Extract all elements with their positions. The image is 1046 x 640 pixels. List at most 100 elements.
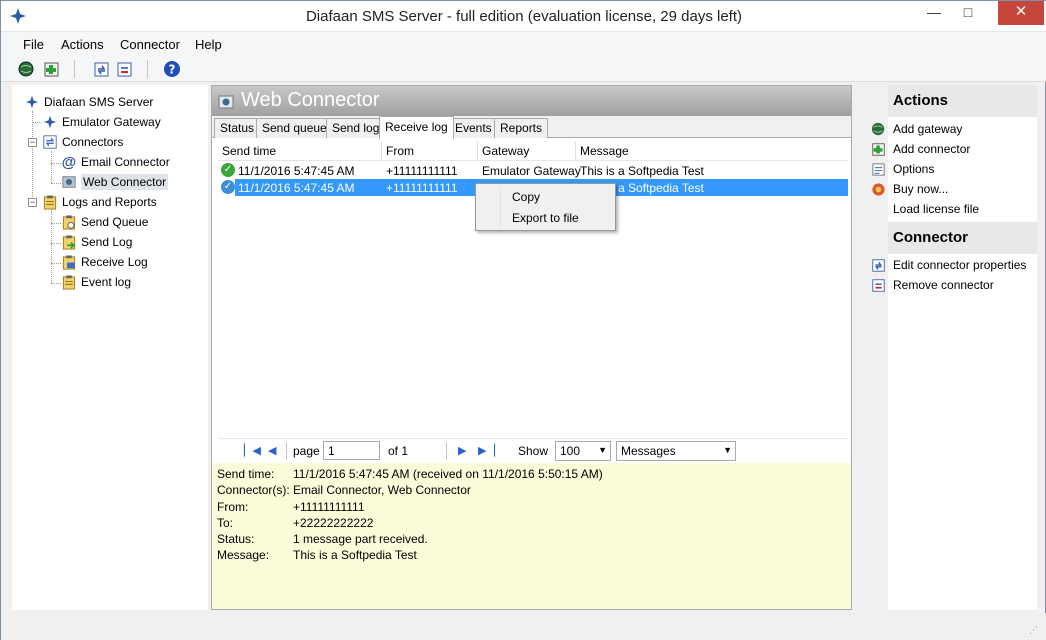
tree-item-web-connector[interactable]: Web Connector <box>61 173 169 191</box>
tree-line <box>51 151 52 183</box>
star-icon <box>24 94 40 110</box>
cell-from: +11111111111 <box>386 164 458 178</box>
context-menu-export[interactable]: Export to file <box>512 211 579 225</box>
action-add-gateway[interactable]: Add gateway <box>893 122 962 136</box>
detail-label-status: Status: <box>217 532 255 546</box>
column-header-from[interactable]: From <box>382 141 478 161</box>
pager: ▏◀ ◀ page of 1 ▶ ▶▕ Show 100 ▼ Messages … <box>218 438 848 462</box>
log-type-select[interactable]: Messages ▼ <box>616 441 736 461</box>
connector-heading: Connector <box>888 222 1037 254</box>
action-remove-connector[interactable]: Remove connector <box>893 278 994 292</box>
tree-item-label: Receive Log <box>81 255 148 269</box>
context-menu-copy[interactable]: Copy <box>512 190 540 204</box>
tree-item-send-queue[interactable]: Send Queue <box>61 213 148 231</box>
actions-panel: Actions Add gateway Add connector Option… <box>855 85 1037 610</box>
page-size-select[interactable]: 100 ▼ <box>555 441 611 461</box>
toolbar-separator <box>74 60 75 78</box>
tree-item-receive-log[interactable]: Receive Log <box>61 253 148 271</box>
column-header-message[interactable]: Message <box>576 141 848 161</box>
pager-separator <box>286 442 287 460</box>
buy-now-icon <box>870 181 886 197</box>
page-number-input[interactable] <box>323 441 380 460</box>
last-page-button[interactable]: ▶▕ <box>478 444 495 457</box>
tree-item-label: Event log <box>81 275 132 289</box>
action-load-license-file[interactable]: Load license file <box>893 202 979 216</box>
at-sign-icon: @ <box>61 153 77 171</box>
table-row[interactable]: ✓ 11/1/2016 5:47:45 AM +11111111111 Emul… <box>218 162 848 179</box>
tab-receive-log[interactable]: Receive log <box>379 116 454 139</box>
globe-add-icon <box>18 61 33 76</box>
tab-send-log[interactable]: Send log <box>326 118 386 138</box>
page-count-label: of 1 <box>388 444 409 458</box>
previous-page-button[interactable]: ◀ <box>268 444 276 457</box>
panel-title: Web Connector <box>241 89 380 111</box>
first-page-button[interactable]: ▏◀ <box>244 444 261 457</box>
clipboard-icon <box>42 194 58 210</box>
column-header-gateway[interactable]: Gateway <box>478 141 576 161</box>
tree-item-connectors[interactable]: Connectors <box>42 133 123 151</box>
toolbar-separator <box>147 60 148 78</box>
remove-connector-toolbar-button[interactable] <box>114 59 134 79</box>
tab-events[interactable]: Events <box>449 118 498 138</box>
context-menu: Copy Export to file <box>475 183 616 231</box>
tree-item-logs-and-reports[interactable]: Logs and Reports <box>42 193 157 211</box>
menu-bar: File Actions Connector Help <box>1 32 1046 56</box>
tree-item-label: Web Connector <box>81 174 169 190</box>
tree-item-label: Email Connector <box>81 155 170 169</box>
connectors-icon <box>42 134 58 150</box>
tab-send-queue[interactable]: Send queue <box>256 118 333 138</box>
clipboard-inbox-icon <box>61 254 77 270</box>
tree-item-label: Diafaan SMS Server <box>44 95 154 109</box>
window-title: Diafaan SMS Server - full edition (evalu… <box>305 8 743 25</box>
menu-file[interactable]: File <box>23 37 44 52</box>
tab-reports[interactable]: Reports <box>494 118 549 138</box>
menu-gutter <box>500 187 501 227</box>
tree-line <box>32 122 42 123</box>
options-icon <box>870 161 886 177</box>
detail-label-from: From: <box>217 500 249 514</box>
collapse-toggle[interactable]: − <box>28 138 37 147</box>
close-button[interactable]: ✕ <box>998 1 1044 25</box>
add-gateway-toolbar-button[interactable] <box>16 59 36 79</box>
tree-item-label: Emulator Gateway <box>62 115 161 129</box>
edit-connector-toolbar-button[interactable] <box>91 59 111 79</box>
tree-item-send-log[interactable]: Send Log <box>61 233 132 251</box>
toolbar: ? <box>1 56 1046 82</box>
menu-actions[interactable]: Actions <box>61 37 104 52</box>
cell-send-time: 11/1/2016 5:47:45 AM <box>238 164 355 178</box>
tree-item-label: Send Queue <box>81 215 149 229</box>
column-header-send-time[interactable]: Send time <box>218 141 382 161</box>
action-options[interactable]: Options <box>893 162 934 176</box>
star-icon <box>42 114 58 130</box>
tree-item-event-log[interactable]: Event log <box>61 273 131 291</box>
action-add-connector[interactable]: Add connector <box>893 142 970 156</box>
tree-item-label: Logs and Reports <box>62 195 157 209</box>
tree-item-emulator-gateway[interactable]: Emulator Gateway <box>42 113 161 131</box>
maximize-button[interactable]: □ <box>953 1 983 25</box>
add-connector-toolbar-button[interactable] <box>41 59 61 79</box>
minimize-button[interactable]: — <box>919 1 949 25</box>
edit-connector-icon <box>870 257 886 273</box>
help-icon: ? <box>164 61 180 77</box>
next-page-button[interactable]: ▶ <box>458 444 466 457</box>
tab-status[interactable]: Status <box>214 118 261 138</box>
tree-item-label: Connectors <box>62 135 124 149</box>
chevron-down-icon: ▼ <box>598 445 607 455</box>
detail-value-send-time: 11/1/2016 5:47:45 AM (received on 11/1/2… <box>293 467 603 481</box>
page-size-value: 100 <box>560 444 581 458</box>
tree-line <box>51 223 61 224</box>
menu-connector[interactable]: Connector <box>120 37 180 52</box>
tree-item-email-connector[interactable]: @ Email Connector <box>61 153 170 171</box>
tree-line <box>51 283 61 284</box>
menu-help[interactable]: Help <box>195 37 222 52</box>
page-label: page <box>293 444 320 458</box>
action-buy-now[interactable]: Buy now... <box>893 182 948 196</box>
help-toolbar-button[interactable]: ? <box>162 59 182 79</box>
detail-value-status: 1 message part received. <box>293 532 428 546</box>
edit-connector-icon <box>94 62 108 76</box>
tree-item-server[interactable]: Diafaan SMS Server <box>24 93 153 111</box>
status-bar: ⋰ <box>1 613 1046 640</box>
collapse-toggle[interactable]: − <box>28 198 37 207</box>
action-edit-connector-properties[interactable]: Edit connector properties <box>893 258 1026 272</box>
resize-grip-icon[interactable]: ⋰ <box>1029 625 1041 637</box>
